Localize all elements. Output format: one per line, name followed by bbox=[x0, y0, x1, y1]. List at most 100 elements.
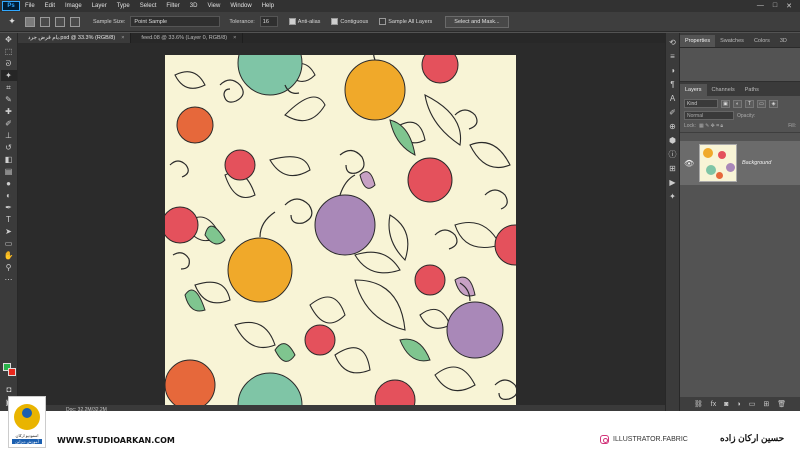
layer-style-icon[interactable]: fx bbox=[711, 401, 716, 408]
tool-presets-panel-icon[interactable]: ✦ bbox=[667, 191, 678, 201]
new-layer-icon[interactable]: ⊞ bbox=[763, 400, 769, 408]
add-mask-icon[interactable]: ◙ bbox=[724, 401, 728, 408]
tab-swatches[interactable]: Swatches bbox=[715, 35, 749, 47]
history-brush-tool-icon[interactable]: ↺ bbox=[1, 142, 17, 153]
adjustment-layer-icon[interactable]: ◑ bbox=[736, 401, 740, 408]
new-group-icon[interactable]: ▭ bbox=[749, 400, 756, 408]
lock-icons[interactable]: ▦ ✎ ✥ ⌗ 🔒︎ bbox=[699, 123, 723, 129]
tab-properties[interactable]: Properties bbox=[680, 35, 716, 47]
instagram-icon bbox=[600, 435, 609, 444]
filter-smart-icon[interactable]: ◈ bbox=[769, 99, 778, 108]
blur-tool-icon[interactable]: ● bbox=[1, 178, 17, 189]
sample-all-layers-label: Sample All Layers bbox=[388, 18, 433, 25]
lasso-tool-icon[interactable]: ᘐ bbox=[1, 58, 17, 69]
document-tab[interactable]: feed.08 @ 33.6% (Layer 0, RGB/8) × bbox=[131, 33, 244, 43]
menu-filter[interactable]: Filter bbox=[161, 3, 184, 9]
navigator-panel-icon[interactable]: ⊞ bbox=[667, 163, 678, 173]
menu-image[interactable]: Image bbox=[60, 3, 87, 9]
tab-paths[interactable]: Paths bbox=[740, 84, 764, 96]
menu-bar: Ps File Edit Image Layer Type Select Fil… bbox=[0, 0, 800, 12]
menu-select[interactable]: Select bbox=[135, 3, 162, 9]
tab-3d[interactable]: 3D bbox=[775, 35, 792, 47]
move-tool-icon[interactable]: ✥ bbox=[1, 34, 17, 45]
background-color-swatch[interactable] bbox=[8, 368, 16, 376]
delete-layer-icon[interactable]: 🗑︎ bbox=[777, 400, 786, 408]
magic-wand-tool-icon[interactable]: ✦ bbox=[0, 70, 17, 81]
sample-all-layers-checkbox[interactable]: Sample All Layers bbox=[379, 18, 432, 25]
subtract-selection-icon[interactable] bbox=[55, 16, 65, 27]
document-canvas[interactable] bbox=[165, 55, 516, 405]
intersect-selection-icon[interactable] bbox=[70, 16, 80, 27]
history-panel-icon[interactable]: ⟲ bbox=[667, 37, 678, 47]
canvas-workspace[interactable] bbox=[18, 43, 665, 405]
select-and-mask-button[interactable]: Select and Mask... bbox=[445, 15, 509, 28]
link-layers-icon[interactable]: ⛓ bbox=[694, 400, 703, 408]
studio-arkan-logo: استودیو ارکان آموزش دیزاین bbox=[8, 396, 46, 448]
sample-size-label: Sample Size: bbox=[93, 18, 126, 25]
adjustments-panel-icon[interactable]: ◑ bbox=[667, 65, 678, 75]
menu-view[interactable]: View bbox=[202, 3, 225, 9]
sample-size-select[interactable]: Point Sample bbox=[130, 16, 221, 27]
menu-type[interactable]: Type bbox=[112, 3, 135, 9]
add-selection-icon[interactable] bbox=[40, 16, 50, 27]
brush-tool-icon[interactable]: ✐ bbox=[1, 118, 17, 129]
layer-row-background[interactable]: 👁︎ Background bbox=[680, 141, 800, 185]
close-tab-icon[interactable]: × bbox=[121, 35, 124, 41]
healing-brush-tool-icon[interactable]: ✚ bbox=[1, 106, 17, 117]
quick-mask-icon[interactable]: ◘ bbox=[1, 384, 17, 395]
menu-help[interactable]: Help bbox=[257, 3, 279, 9]
clone-source-panel-icon[interactable]: ⊕ bbox=[667, 121, 678, 131]
tab-colors[interactable]: Colors bbox=[749, 35, 775, 47]
hand-tool-icon[interactable]: ✋ bbox=[1, 250, 17, 261]
menu-layer[interactable]: Layer bbox=[87, 3, 112, 9]
close-icon[interactable]: ✕ bbox=[786, 2, 792, 10]
close-tab-icon[interactable]: × bbox=[233, 35, 236, 41]
properties-panel-icon[interactable]: ≡ bbox=[667, 51, 678, 61]
paragraph-panel-icon[interactable]: ¶ bbox=[667, 79, 678, 89]
zoom-tool-icon[interactable]: ⚲ bbox=[1, 262, 17, 273]
layer-name[interactable]: Background bbox=[742, 160, 771, 166]
filter-pixel-icon[interactable]: ▣ bbox=[721, 99, 730, 108]
tolerance-input[interactable]: 16 bbox=[259, 16, 278, 27]
menu-3d[interactable]: 3D bbox=[185, 3, 203, 9]
brush-panel-icon[interactable]: ✐ bbox=[667, 107, 678, 117]
instagram-text: ILLUSTRATOR.FABRIC bbox=[613, 436, 688, 443]
styles-panel-icon[interactable]: ⬢ bbox=[667, 135, 678, 145]
actions-panel-icon[interactable]: ▶ bbox=[667, 177, 678, 187]
blend-mode-select[interactable]: Normal bbox=[684, 111, 734, 120]
filter-shape-icon[interactable]: ▭ bbox=[757, 99, 766, 108]
maximize-icon[interactable]: □ bbox=[773, 2, 777, 10]
layer-visibility-icon[interactable]: 👁︎ bbox=[684, 159, 694, 168]
gradient-tool-icon[interactable]: ▤ bbox=[1, 166, 17, 177]
crop-tool-icon[interactable]: ⌗ bbox=[1, 82, 17, 93]
menu-edit[interactable]: Edit bbox=[40, 3, 60, 9]
clone-stamp-tool-icon[interactable]: ⊥ bbox=[1, 130, 17, 141]
magic-wand-preset-icon[interactable]: ✦ bbox=[4, 15, 20, 29]
window-controls: — □ ✕ bbox=[757, 2, 800, 10]
eraser-tool-icon[interactable]: ◧ bbox=[1, 154, 17, 165]
dodge-tool-icon[interactable]: ◐ bbox=[1, 190, 17, 201]
layer-kind-filter[interactable]: Kind bbox=[684, 99, 718, 108]
menu-file[interactable]: File bbox=[20, 3, 40, 9]
type-tool-icon[interactable]: T bbox=[1, 214, 17, 225]
anti-alias-label: Anti-alias bbox=[297, 18, 321, 25]
document-tab-active[interactable]: یام قرض جرد.psd @ 33.3% (RGB/8) × bbox=[18, 33, 132, 43]
anti-alias-checkbox[interactable]: Anti-alias bbox=[288, 18, 321, 25]
more-tools-icon[interactable]: ⋯ bbox=[1, 274, 17, 285]
marquee-tool-icon[interactable]: ⬚ bbox=[1, 46, 17, 57]
properties-panel-tabs: Properties Swatches Colors 3D bbox=[680, 33, 800, 48]
eyedropper-tool-icon[interactable]: ✎ bbox=[1, 94, 17, 105]
shape-tool-icon[interactable]: ▭ bbox=[1, 238, 17, 249]
filter-type-icon[interactable]: T bbox=[745, 99, 754, 108]
minimize-icon[interactable]: — bbox=[757, 2, 764, 10]
contiguous-checkbox[interactable]: Contiguous bbox=[331, 18, 368, 25]
info-panel-icon[interactable]: ⓘ bbox=[667, 149, 678, 159]
character-panel-icon[interactable]: A bbox=[667, 93, 678, 103]
pen-tool-icon[interactable]: ✒ bbox=[1, 202, 17, 213]
filter-adjustment-icon[interactable]: ◐ bbox=[733, 99, 742, 108]
path-selection-tool-icon[interactable]: ➤ bbox=[1, 226, 17, 237]
menu-window[interactable]: Window bbox=[225, 3, 256, 9]
new-selection-icon[interactable] bbox=[25, 16, 35, 27]
tab-channels[interactable]: Channels bbox=[707, 84, 740, 96]
tab-layers[interactable]: Layers bbox=[680, 84, 707, 96]
